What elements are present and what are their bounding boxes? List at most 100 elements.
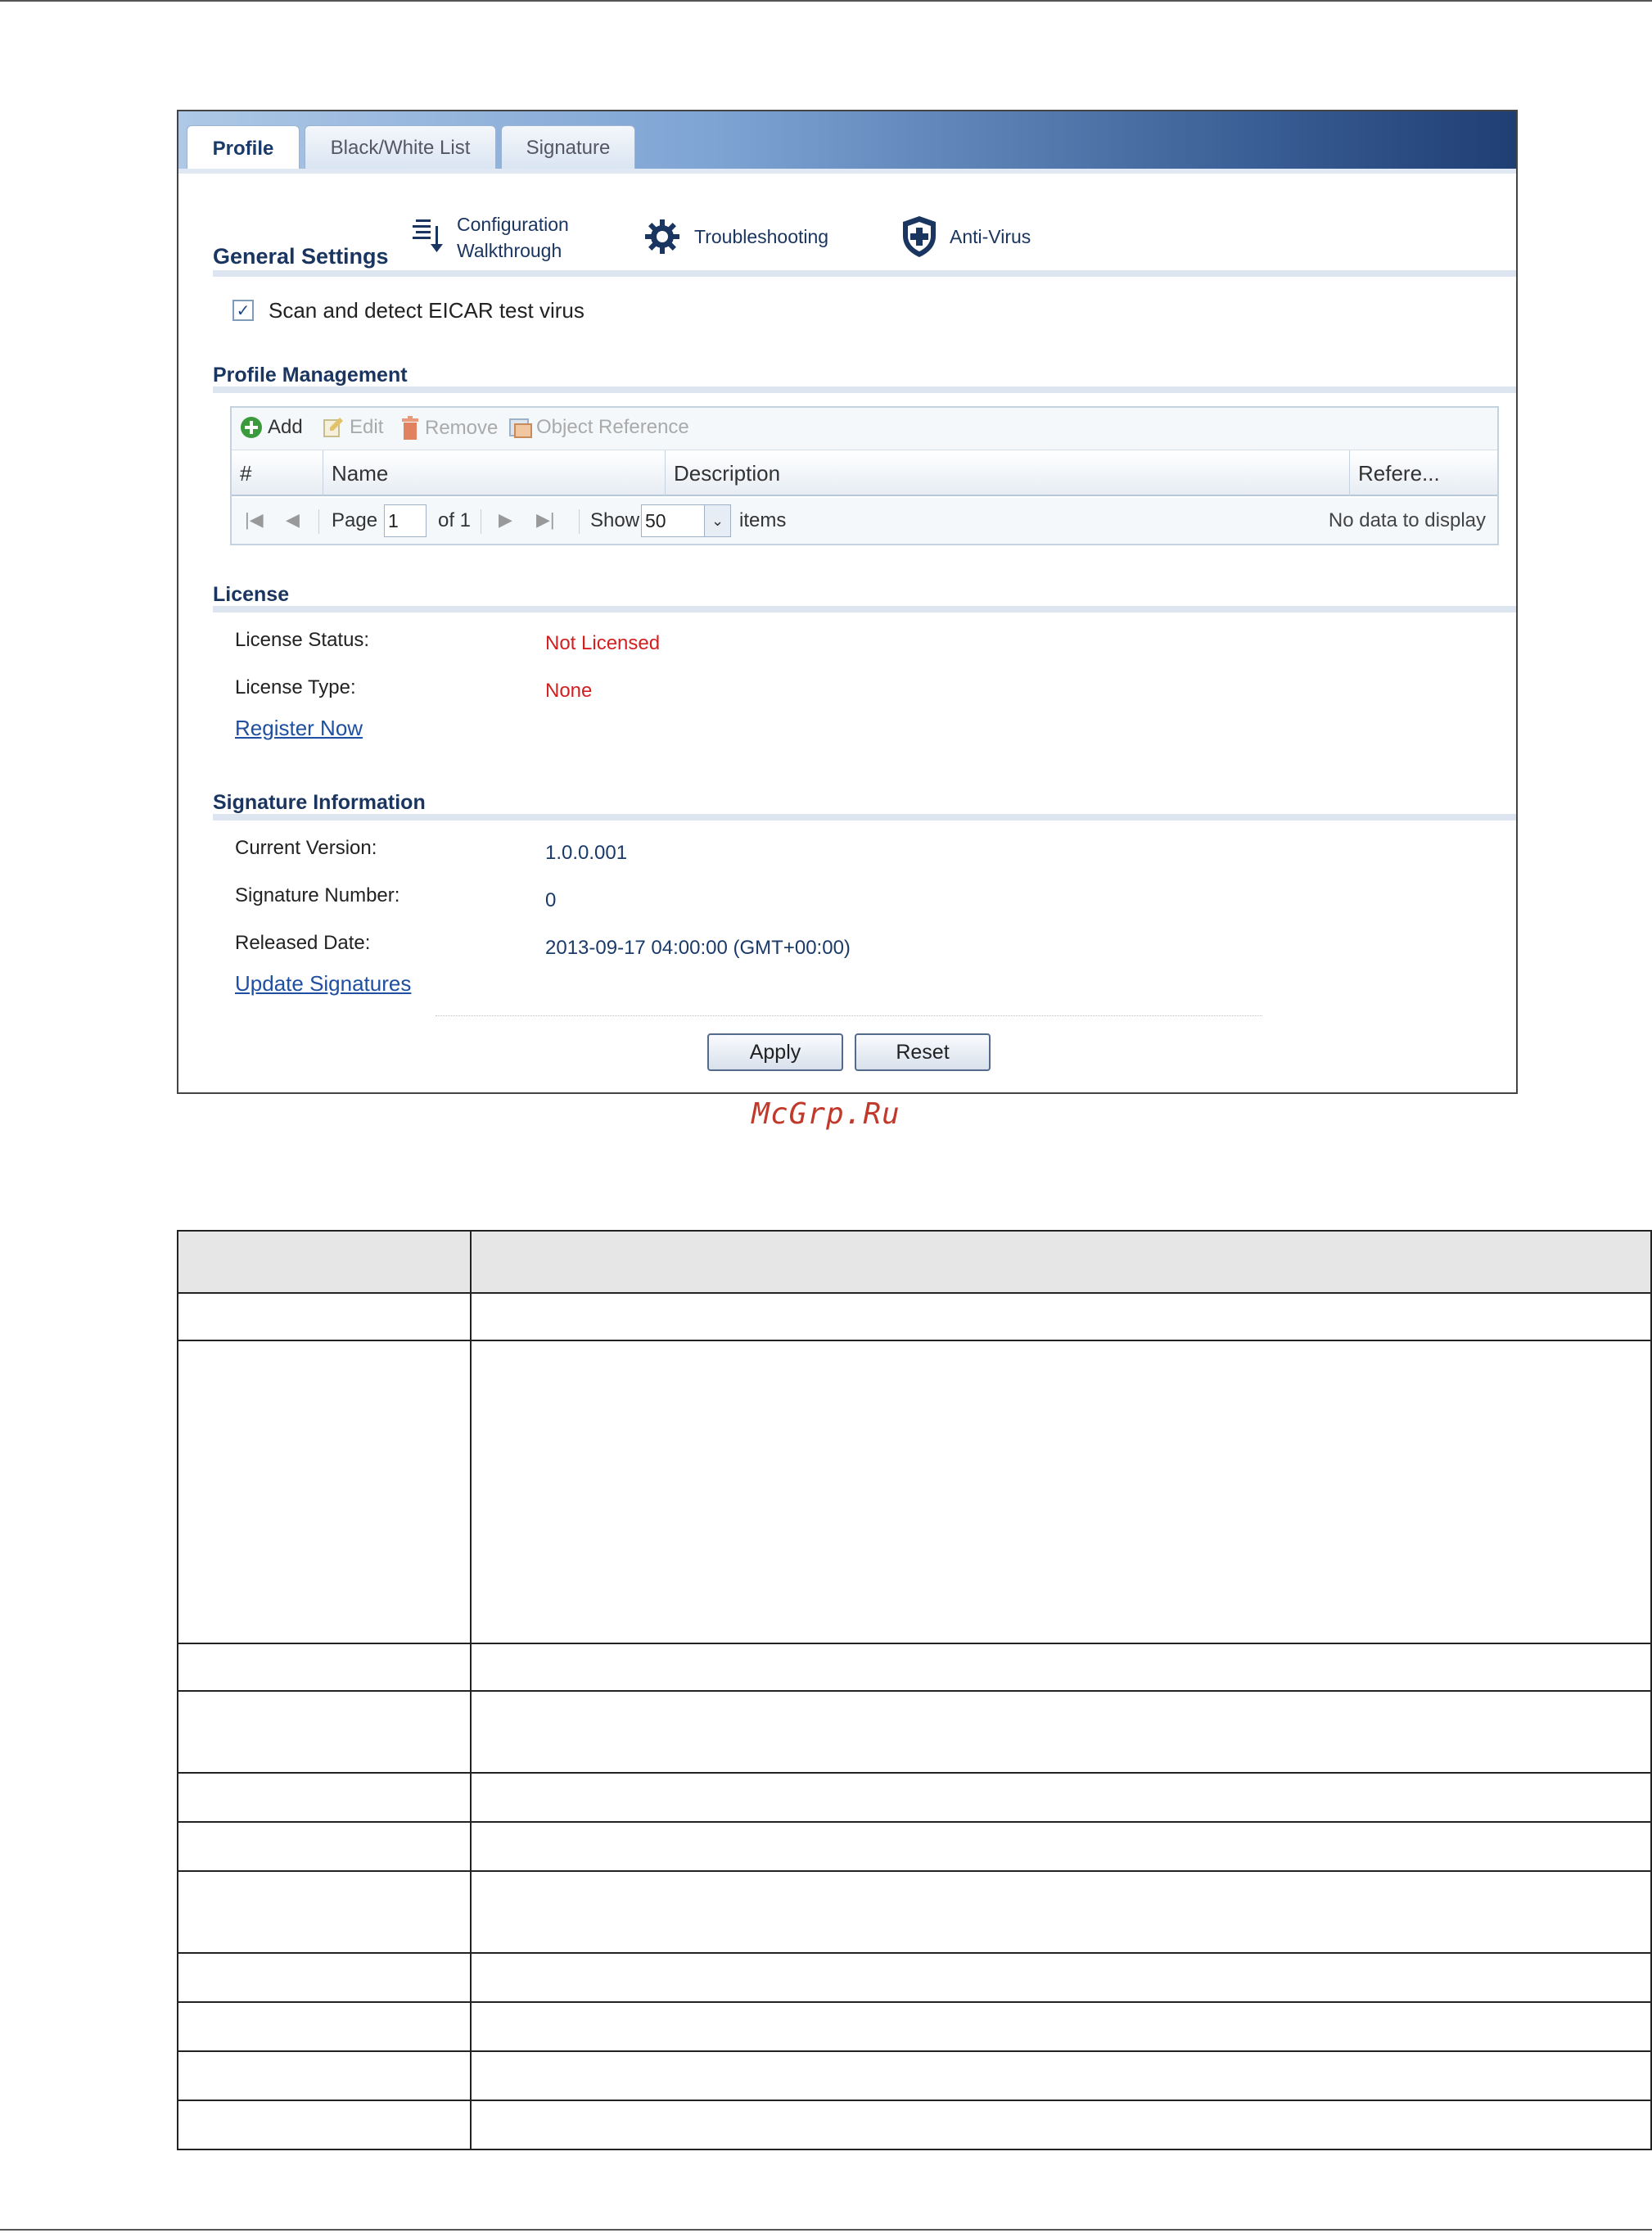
page-number-input[interactable]: 1: [384, 504, 427, 537]
signature-information-divider: [213, 814, 1516, 820]
configuration-walkthrough-link[interactable]: Configuration Walkthrough: [409, 211, 569, 264]
column-name[interactable]: Name: [323, 450, 666, 496]
table-row: [177, 1690, 1652, 1774]
gear-icon: [642, 216, 683, 257]
current-version-label: Current Version:: [235, 837, 377, 859]
scan-eicar-checkbox[interactable]: ✓: [232, 300, 254, 321]
column-number[interactable]: #: [232, 450, 323, 496]
add-label: Add: [268, 416, 303, 438]
current-version-value: 1.0.0.001: [545, 842, 628, 864]
show-label: Show: [590, 509, 640, 531]
anti-virus-profile-screen: Profile Black/White List Signature Gener…: [177, 110, 1518, 1094]
reset-button[interactable]: Reset: [855, 1033, 991, 1071]
anti-virus-link[interactable]: Anti-Virus: [900, 215, 1031, 259]
table-row: [177, 1643, 1652, 1692]
table-cell: [177, 1230, 472, 1294]
bottom-page-rule: [0, 2229, 1652, 2231]
table-cell: [177, 2100, 472, 2150]
table-cell: [470, 1340, 1652, 1644]
table-cell: [177, 2001, 472, 2052]
table-cell: [177, 1870, 472, 1954]
next-page-icon[interactable]: ▶: [499, 509, 512, 531]
license-status-value: Not Licensed: [545, 632, 661, 654]
table-cell: [177, 1690, 472, 1774]
configuration-walkthrough-line2: Walkthrough: [457, 240, 562, 261]
tab-bar-underline: [178, 169, 1516, 174]
page-size-select[interactable]: 50 ⌄: [641, 504, 731, 537]
profile-grid-header: # Name Description Refere...: [232, 450, 1497, 496]
license-type-value: None: [545, 680, 593, 702]
watermark: McGrp.Ru: [752, 1097, 900, 1131]
general-settings-title: General Settings: [213, 244, 389, 269]
update-signatures-link[interactable]: Update Signatures: [235, 971, 411, 997]
table-cell: [470, 1870, 1652, 1954]
signature-number-label: Signature Number:: [235, 884, 400, 906]
configuration-walkthrough-line1: Configuration: [457, 214, 569, 235]
tab-profile[interactable]: Profile: [187, 125, 300, 172]
tab-black-white-list[interactable]: Black/White List: [305, 125, 496, 170]
edit-icon: [322, 416, 345, 439]
pager-separator: [318, 509, 319, 534]
profile-grid: Add Edit Remove Object Reference # Name …: [230, 406, 1499, 545]
remove-label: Remove: [425, 417, 499, 439]
table-cell: [470, 1292, 1652, 1341]
top-page-rule: [0, 0, 1652, 2]
profile-grid-pager: |◀ ◀ Page 1 of 1 ▶ ▶| Show 50 ⌄ items No…: [232, 498, 1497, 544]
table-cell: [177, 1292, 472, 1341]
table-cell: [470, 1690, 1652, 1774]
apply-button[interactable]: Apply: [707, 1033, 843, 1071]
edit-label: Edit: [350, 416, 384, 438]
released-date-label: Released Date:: [235, 932, 371, 954]
profile-grid-toolbar: Add Edit Remove Object Reference: [232, 408, 1497, 450]
table-header-row: [177, 1230, 1652, 1294]
column-description[interactable]: Description: [666, 450, 1350, 496]
anti-virus-label: Anti-Virus: [950, 226, 1031, 247]
edit-button[interactable]: Edit: [322, 416, 383, 439]
column-reference[interactable]: Refere...: [1350, 450, 1497, 496]
signature-information-title: Signature Information: [213, 791, 426, 814]
add-button[interactable]: Add: [240, 416, 303, 439]
add-icon: [240, 416, 263, 439]
table-cell: [470, 1230, 1652, 1294]
license-status-label: License Status:: [235, 629, 370, 651]
table-cell: [177, 1340, 472, 1644]
remove-button[interactable]: Remove: [400, 416, 498, 441]
profile-management-divider: [213, 386, 1516, 393]
previous-page-icon[interactable]: ◀: [286, 509, 300, 531]
license-title: License: [213, 583, 290, 606]
table-cell: [177, 1821, 472, 1872]
page-count-label: of 1: [438, 509, 472, 531]
no-data-label: No data to display: [1328, 509, 1486, 531]
table-cell: [470, 2050, 1652, 2101]
checkmark-icon: ✓: [236, 301, 251, 320]
troubleshooting-label: Troubleshooting: [694, 226, 829, 247]
table-cell: [177, 1952, 472, 2003]
first-page-icon[interactable]: |◀: [245, 509, 264, 531]
register-now-link[interactable]: Register Now: [235, 716, 363, 741]
released-date-value: 2013-09-17 04:00:00 (GMT+00:00): [545, 937, 851, 959]
license-type-label: License Type:: [235, 676, 356, 698]
button-divider: [436, 1015, 1262, 1016]
table-cell: [470, 2100, 1652, 2150]
tab-signature[interactable]: Signature: [501, 125, 635, 170]
table-row: [177, 1340, 1652, 1644]
trash-icon: [400, 416, 420, 441]
object-reference-button[interactable]: Object Reference: [508, 416, 689, 439]
table-row: [177, 1772, 1652, 1823]
table-cell: [177, 1772, 472, 1823]
page-size-value: 50: [645, 510, 666, 531]
last-page-icon[interactable]: ▶|: [536, 509, 555, 531]
table-row: [177, 1952, 1652, 2003]
table-row: [177, 2050, 1652, 2101]
table-cell: [177, 1643, 472, 1692]
license-divider: [213, 606, 1516, 612]
table-cell: [470, 1772, 1652, 1823]
troubleshooting-link[interactable]: Troubleshooting: [642, 216, 828, 257]
table-cell: [177, 2050, 472, 2101]
table-cell: [470, 1643, 1652, 1692]
chevron-down-icon: ⌄: [704, 505, 730, 536]
tab-bar: Profile Black/White List Signature: [178, 111, 1516, 172]
object-reference-icon: [508, 416, 533, 439]
table-row: [177, 1292, 1652, 1341]
table-row: [177, 2100, 1652, 2150]
